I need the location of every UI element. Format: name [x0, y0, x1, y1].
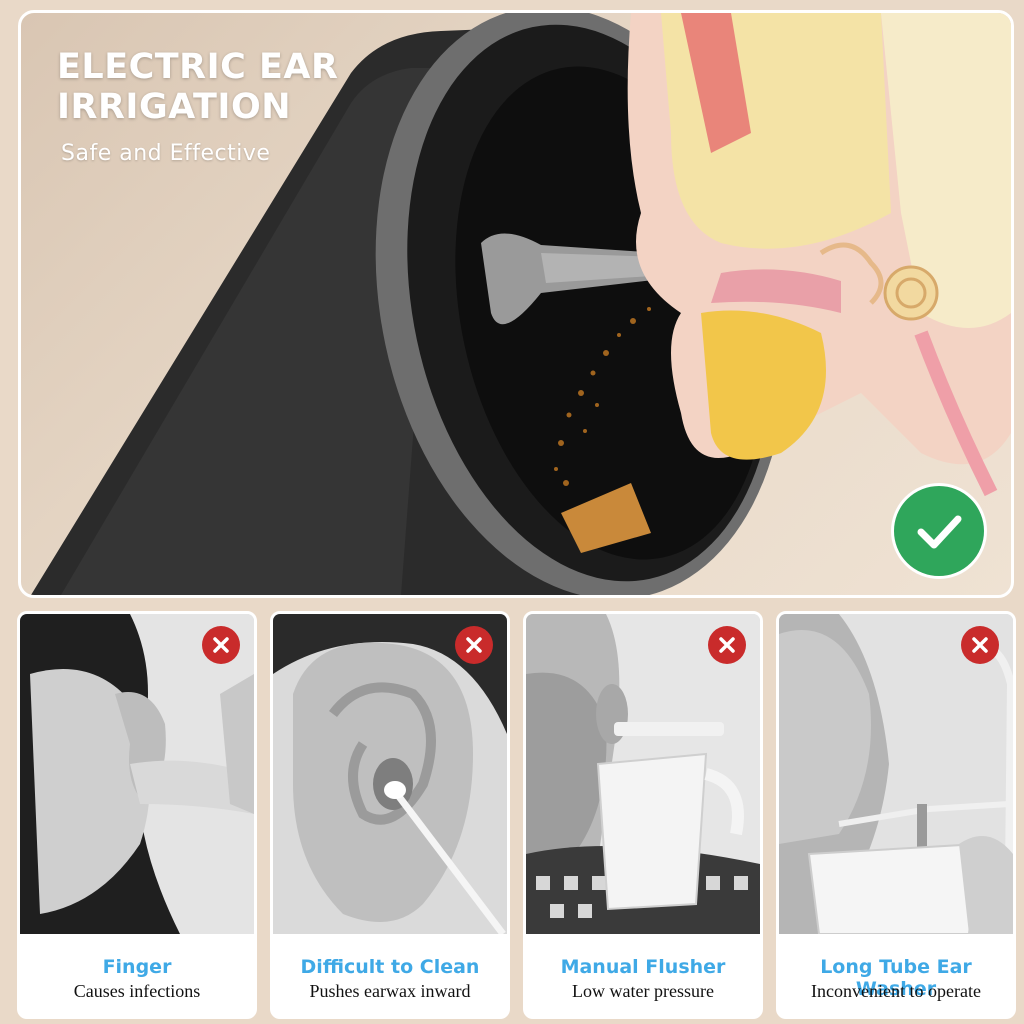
cotton-swab-photo — [273, 614, 507, 934]
cross-badge — [455, 626, 493, 664]
cross-icon — [213, 637, 229, 653]
comparison-card-cotton-swab: Difficult to Clean Pushes earwax inward — [270, 611, 510, 1019]
card-title: Finger — [102, 956, 172, 978]
cross-badge — [961, 626, 999, 664]
card-description: Causes infections — [73, 981, 201, 1001]
finger-photo — [20, 614, 254, 934]
card-title: Manual Flusher — [560, 956, 726, 978]
cross-badge — [708, 626, 746, 664]
cross-badge — [202, 626, 240, 664]
card-description: Low water pressure — [572, 981, 714, 1001]
card-title: Difficult to Clean — [300, 956, 480, 978]
checkmark-icon — [917, 515, 962, 549]
cross-icon — [719, 637, 735, 653]
cross-icon — [972, 637, 988, 653]
long-tube-photo — [779, 614, 1013, 934]
comparison-card-manual-flusher: Manual Flusher Low water pressure — [523, 611, 763, 1019]
hero-title: ELECTRIC EAR IRRIGATION — [57, 47, 338, 127]
hero-title-line2: IRRIGATION — [57, 87, 291, 127]
hero-panel: ELECTRIC EAR IRRIGATION Safe and Effecti… — [18, 10, 1014, 598]
manual-flusher-photo — [526, 614, 760, 934]
comparison-card-long-tube: Long Tube Ear Washer Inconvenient to ope… — [776, 611, 1016, 1019]
card-description: Pushes earwax inward — [309, 981, 471, 1001]
checkmark-badge — [891, 483, 987, 579]
comparison-card-finger: Finger Causes infections — [17, 611, 257, 1019]
card-description: Inconvenient to operate — [811, 981, 981, 1001]
hero-subtitle: Safe and Effective — [61, 141, 271, 166]
cross-icon — [466, 637, 482, 653]
hero-title-line1: ELECTRIC EAR — [57, 47, 339, 87]
